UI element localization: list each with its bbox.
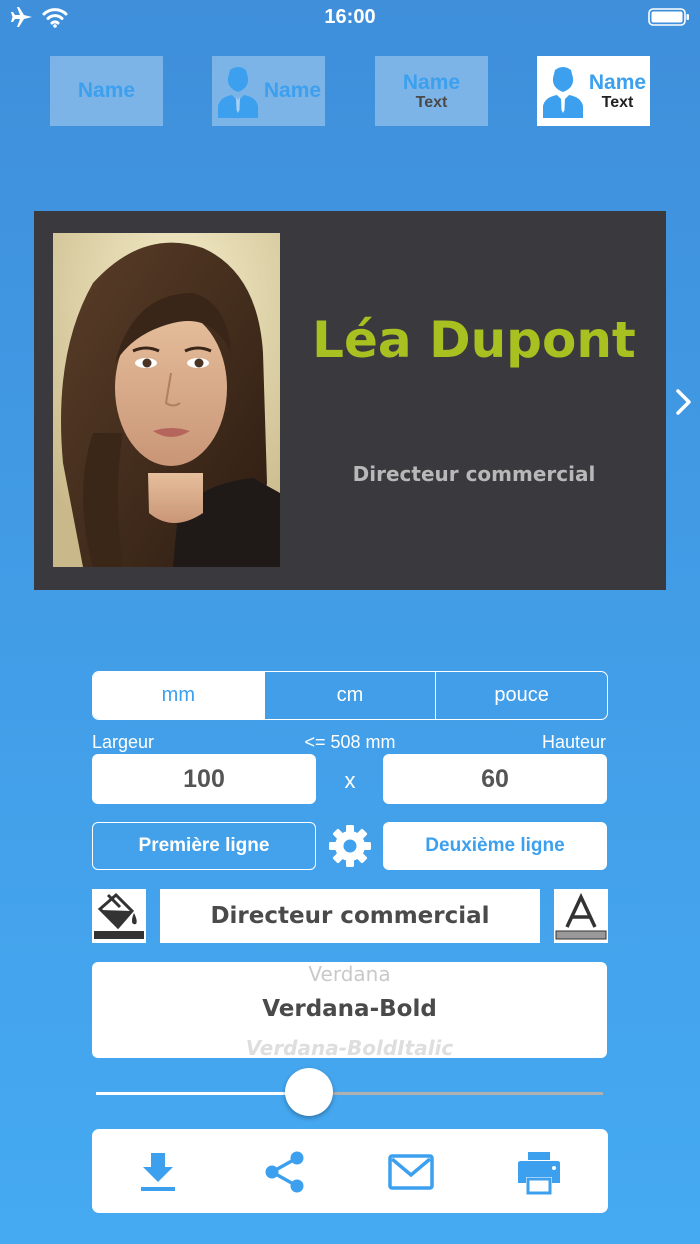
badge-name[interactable]: Léa Dupont: [284, 311, 664, 369]
max-size-label: <= 508 mm: [304, 732, 396, 752]
dimension-separator: x: [344, 768, 356, 793]
template-text-label: Text: [601, 93, 634, 111]
template-name-label: Name: [77, 79, 136, 102]
second-line-button[interactable]: Deuxième ligne: [383, 822, 607, 870]
text-color-icon: [555, 892, 607, 940]
font-option-previous[interactable]: Verdana: [92, 962, 607, 986]
font-size-slider-fill: [96, 1092, 309, 1095]
font-option-next[interactable]: Verdana-BoldItalic: [92, 1036, 607, 1058]
template-name-label: Name: [402, 70, 461, 94]
font-picker[interactable]: Verdana Verdana-Bold Verdana-BoldItalic: [92, 962, 607, 1058]
template-name-only[interactable]: Name: [50, 56, 163, 126]
paint-bucket-icon: [94, 892, 144, 939]
background-color-button[interactable]: [92, 889, 146, 943]
battery-icon: [648, 8, 689, 26]
unit-option-pouce[interactable]: pouce: [435, 672, 607, 719]
badge-preview[interactable]: Léa Dupont Directeur commercial: [34, 211, 666, 590]
download-icon[interactable]: [135, 1149, 181, 1195]
template-name-label: Name: [263, 79, 322, 102]
chevron-right-icon[interactable]: [674, 388, 694, 416]
width-field[interactable]: 100: [92, 754, 316, 804]
height-label: Hauteur: [541, 732, 606, 752]
portrait-photo[interactable]: [53, 233, 280, 567]
share-icon[interactable]: [262, 1149, 308, 1195]
unit-segmented-control[interactable]: mm cm pouce: [92, 671, 608, 720]
template-photo-name[interactable]: Name: [212, 56, 325, 126]
person-icon: [217, 67, 258, 118]
unit-option-cm[interactable]: cm: [263, 672, 436, 719]
line-text-field[interactable]: Directeur commercial: [160, 889, 540, 943]
font-option-selected[interactable]: Verdana-Bold: [92, 996, 607, 1022]
printer-icon[interactable]: [516, 1149, 562, 1195]
status-bar: 16:00: [0, 0, 700, 36]
person-icon: [542, 67, 583, 118]
status-time: 16:00: [324, 6, 376, 28]
width-label: Largeur: [92, 732, 155, 752]
template-text-label: Text: [415, 93, 448, 111]
unit-option-mm[interactable]: mm: [93, 672, 264, 719]
action-bar: [92, 1129, 608, 1213]
badge-title[interactable]: Directeur commercial: [284, 462, 664, 486]
height-field[interactable]: 60: [383, 754, 607, 804]
text-color-button[interactable]: [554, 889, 608, 943]
template-name-text[interactable]: Name Text: [375, 56, 488, 126]
mail-icon[interactable]: [388, 1149, 434, 1195]
font-size-slider-track[interactable]: [96, 1092, 603, 1095]
template-photo-name-text[interactable]: Name Text: [537, 56, 650, 126]
font-size-slider-thumb[interactable]: [284, 1068, 333, 1116]
gear-icon[interactable]: [328, 824, 372, 868]
first-line-button[interactable]: Première ligne: [92, 822, 316, 870]
template-name-label: Name: [588, 70, 647, 94]
